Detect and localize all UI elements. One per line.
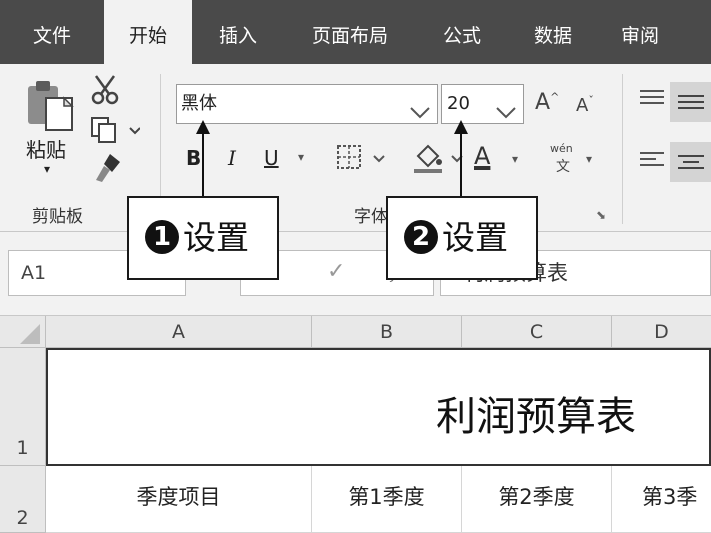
callout-number-2: 2	[404, 220, 438, 254]
callout-text-1: 设置	[183, 218, 249, 257]
callout-1: 1 设置	[127, 196, 279, 280]
callout-text-2: 设置	[442, 218, 508, 257]
callout-2: 2 设置	[386, 196, 538, 280]
callout-number-1: 1	[145, 220, 179, 254]
callout-arrows	[196, 120, 468, 196]
